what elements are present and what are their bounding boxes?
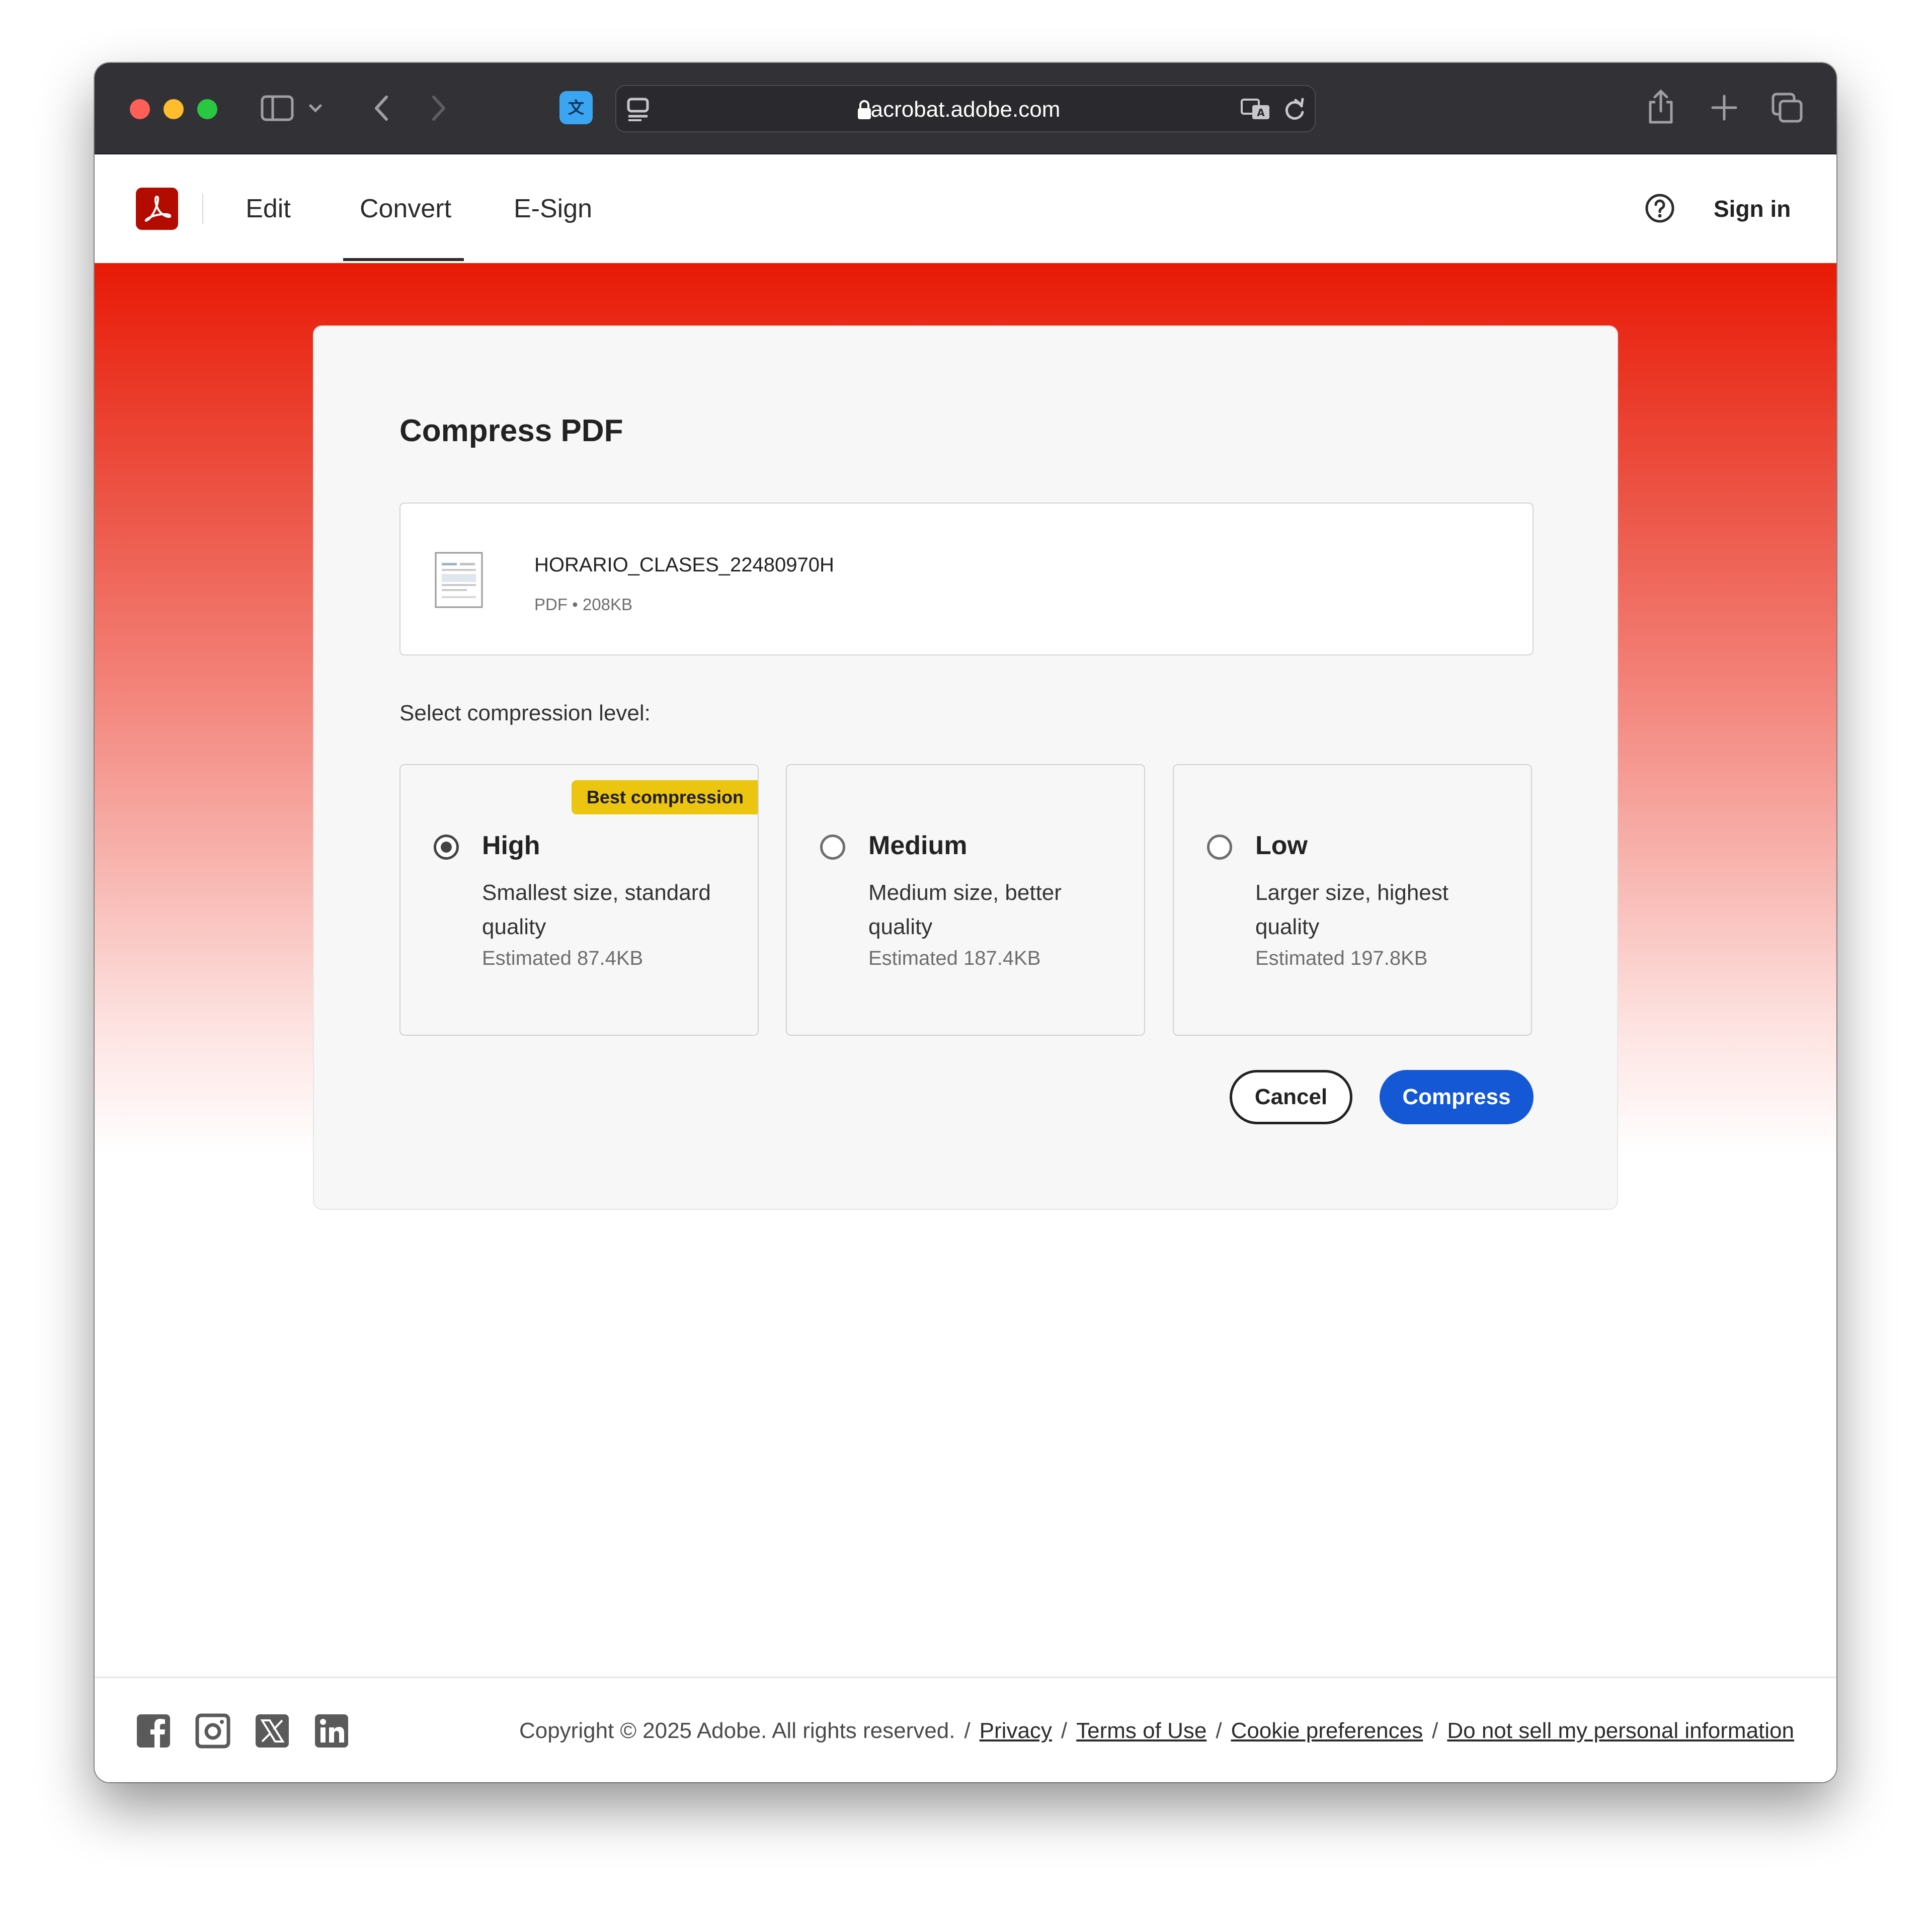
reload-icon[interactable] [1282,97,1307,122]
nav-esign[interactable]: E-Sign [510,154,596,263]
option-medium[interactable]: Medium Medium size, better quality Estim… [786,764,1145,1036]
linkedin-icon[interactable] [314,1713,349,1751]
instagram-icon[interactable] [195,1713,230,1751]
option-description: Medium size, better quality [868,880,1062,939]
card-title: Compress PDF [399,413,623,448]
radio-medium[interactable] [820,835,845,860]
nav-edit[interactable]: Edit [240,154,296,263]
close-window-button[interactable] [130,99,150,119]
minimize-window-button[interactable] [164,99,184,119]
file-meta: PDF • 208KB [534,595,632,614]
sign-in-link[interactable]: Sign in [1714,154,1824,263]
option-high[interactable]: Best compression High Smallest size, sta… [399,764,759,1036]
footer-separator: / [1432,1718,1438,1743]
radio-low[interactable] [1207,835,1232,860]
file-summary: HORARIO_CLASES_22480970H PDF • 208KB [399,503,1534,655]
file-name: HORARIO_CLASES_22480970H [534,554,834,576]
privacy-link[interactable]: Privacy [980,1718,1052,1743]
compress-pdf-card: Compress PDF HORARIO_CLASES_22480970H PD… [313,325,1618,1210]
svg-text:文: 文 [568,98,584,117]
footer-separator: / [1061,1718,1068,1743]
option-estimate: Estimated 197.8KB [1255,947,1428,969]
cancel-button[interactable]: Cancel [1230,1070,1352,1124]
radio-high[interactable] [434,835,459,860]
option-title: Low [1255,831,1308,860]
option-title: High [482,831,540,860]
option-estimate: Estimated 87.4KB [482,947,643,969]
acrobat-logo-icon [144,196,172,222]
facebook-icon[interactable] [136,1713,171,1751]
nav-convert[interactable]: Convert [345,154,466,263]
address-bar[interactable]: acrobat.adobe.com A [615,85,1316,132]
new-tab-plus-icon[interactable] [1711,94,1738,121]
copyright-text: Copyright © 2025 Adobe. All rights reser… [519,1718,955,1743]
share-icon[interactable] [1647,88,1674,125]
back-arrow-icon[interactable] [372,93,389,123]
browser-window: 文 acrobat.adobe.com A Edit Convert E-Sig… [95,63,1836,1782]
compression-level-label: Select compression level: [399,701,651,725]
option-estimate: Estimated 187.4KB [868,947,1041,969]
footer-separator: / [1216,1718,1222,1743]
zoom-window-button[interactable] [197,99,217,119]
cookie-preferences-link[interactable]: Cookie preferences [1231,1718,1423,1743]
browser-toolbar: 文 acrobat.adobe.com A [95,63,1836,154]
tab-overview-icon[interactable] [1771,92,1803,123]
do-not-sell-link[interactable]: Do not sell my personal information [1447,1718,1794,1743]
terms-of-use-link[interactable]: Terms of Use [1076,1718,1206,1743]
header-divider [202,194,203,224]
option-description: Smallest size, standard quality [482,880,711,939]
nav-active-indicator [343,258,464,261]
translate-extension-icon[interactable]: 文 [559,91,593,124]
svg-text:A: A [1257,107,1265,119]
pdf-thumbnail [435,552,483,611]
option-title: Medium [868,831,968,860]
acrobat-logo[interactable] [136,188,178,230]
compress-button[interactable]: Compress [1380,1070,1534,1124]
page-footer: Copyright © 2025 Adobe. All rights reser… [95,1677,1836,1782]
chevron-down-icon[interactable] [308,103,323,113]
forward-arrow-icon[interactable] [431,93,448,123]
address-host: acrobat.adobe.com [870,97,1061,122]
sidebar-toggle-icon[interactable] [261,95,294,121]
footer-separator: / [964,1718,971,1743]
footer-links: Copyright © 2025 Adobe. All rights reser… [519,1678,1794,1782]
option-description: Larger size, highest quality [1255,880,1448,939]
option-low[interactable]: Low Larger size, highest quality Estimat… [1173,764,1532,1036]
app-header: Edit Convert E-Sign Sign in [95,154,1836,263]
help-icon[interactable] [1644,193,1675,226]
translate-icon[interactable]: A [1240,98,1271,121]
x-icon[interactable] [255,1713,290,1751]
best-compression-badge: Best compression [571,780,758,814]
